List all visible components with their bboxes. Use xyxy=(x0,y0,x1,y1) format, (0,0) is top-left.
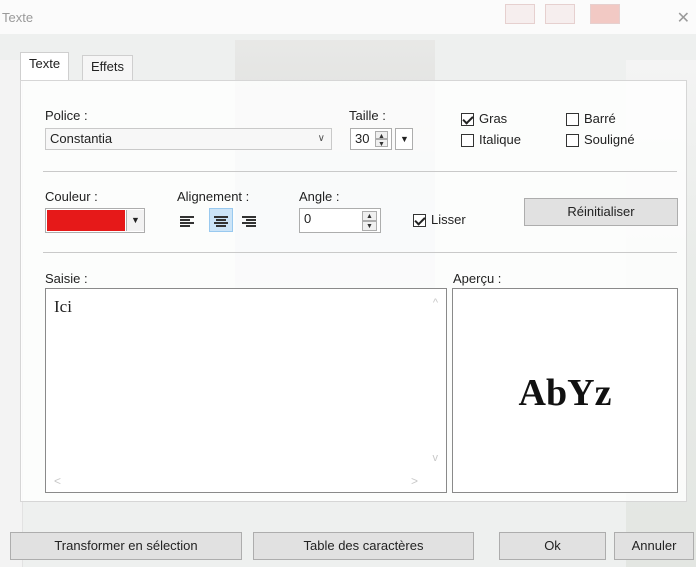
charmap-label: Table des caractères xyxy=(303,538,424,553)
barre-label: Barré xyxy=(584,111,616,126)
reset-button[interactable]: Réinitialiser xyxy=(524,198,678,226)
barre-checkbox[interactable] xyxy=(566,113,579,126)
angle-input[interactable]: 0 ▲ ▼ xyxy=(299,208,381,233)
chevron-down-icon: ∨ xyxy=(317,133,325,144)
taille-input[interactable]: 30 ▲ ▼ xyxy=(350,128,392,150)
saisie-text: Ici xyxy=(54,297,72,316)
color-picker[interactable]: ▼ xyxy=(45,208,145,233)
spin-down-icon[interactable]: ▼ xyxy=(375,139,388,148)
align-left-button[interactable] xyxy=(175,209,199,233)
saisie-textarea[interactable]: Ici ^ v < > xyxy=(45,288,447,493)
ghost-close xyxy=(590,4,620,24)
align-right-button[interactable] xyxy=(237,209,261,233)
transform-selection-label: Transformer en sélection xyxy=(54,538,198,553)
police-label: Police : xyxy=(45,108,88,123)
gras-label: Gras xyxy=(479,111,508,126)
close-icon[interactable]: ✕ xyxy=(677,8,690,28)
italique-label: Italique xyxy=(479,132,521,147)
transform-selection-button[interactable]: Transformer en sélection xyxy=(10,532,242,560)
window-title: Texte xyxy=(2,10,34,25)
angle-label: Angle : xyxy=(299,189,340,204)
spin-down-icon[interactable]: ▼ xyxy=(362,221,377,231)
taille-value: 30 xyxy=(355,131,370,146)
cancel-button[interactable]: Annuler xyxy=(614,532,694,560)
scroll-down-icon[interactable]: v xyxy=(433,452,439,464)
ok-label: Ok xyxy=(544,538,561,553)
saisie-label: Saisie : xyxy=(45,271,88,286)
taille-label: Taille : xyxy=(349,108,386,123)
spin-up-icon[interactable]: ▲ xyxy=(375,131,388,140)
scroll-right-icon[interactable]: > xyxy=(411,474,418,488)
separator xyxy=(43,171,677,172)
color-swatch xyxy=(47,210,125,231)
tab-texte[interactable]: Texte xyxy=(20,52,70,80)
tab-texte-label: Texte xyxy=(29,56,61,71)
scroll-up-icon[interactable]: ^ xyxy=(433,297,438,309)
alignement-label: Alignement : xyxy=(177,189,250,204)
cancel-label: Annuler xyxy=(631,538,677,553)
charmap-button[interactable]: Table des caractères xyxy=(253,532,474,560)
tab-effets-label: Effets xyxy=(91,59,125,74)
lisser-checkbox[interactable] xyxy=(413,214,426,227)
italique-checkbox[interactable] xyxy=(461,134,474,147)
taille-dropdown-button[interactable]: ▼ xyxy=(395,128,413,150)
caret-down-icon: ▼ xyxy=(400,134,409,144)
tab-effets[interactable]: Effets xyxy=(82,55,134,80)
align-center-button[interactable] xyxy=(209,208,233,232)
lisser-label: Lisser xyxy=(431,212,466,227)
title-bar: Texte ✕ xyxy=(0,0,696,34)
separator xyxy=(43,252,677,253)
ghost-minimize xyxy=(505,4,535,24)
apercu-preview: AbYz xyxy=(452,288,678,493)
souligne-checkbox[interactable] xyxy=(566,134,579,147)
caret-down-icon: ▼ xyxy=(126,210,144,231)
souligne-label: Souligné xyxy=(584,132,635,147)
spin-up-icon[interactable]: ▲ xyxy=(362,211,377,221)
couleur-label: Couleur : xyxy=(45,189,98,204)
scroll-left-icon[interactable]: < xyxy=(54,474,61,488)
gras-checkbox[interactable] xyxy=(461,113,474,126)
ghost-maximize xyxy=(545,4,575,24)
apercu-text: AbYz xyxy=(518,372,612,414)
apercu-label: Aperçu : xyxy=(453,271,502,286)
reset-button-label: Réinitialiser xyxy=(567,204,635,219)
angle-value: 0 xyxy=(304,211,312,226)
police-value: Constantia xyxy=(50,131,113,146)
tab-panel: Police : Constantia ∨ Taille : 30 ▲ ▼ ▼ … xyxy=(20,80,687,502)
police-select[interactable]: Constantia ∨ xyxy=(45,128,332,150)
ok-button[interactable]: Ok xyxy=(499,532,606,560)
